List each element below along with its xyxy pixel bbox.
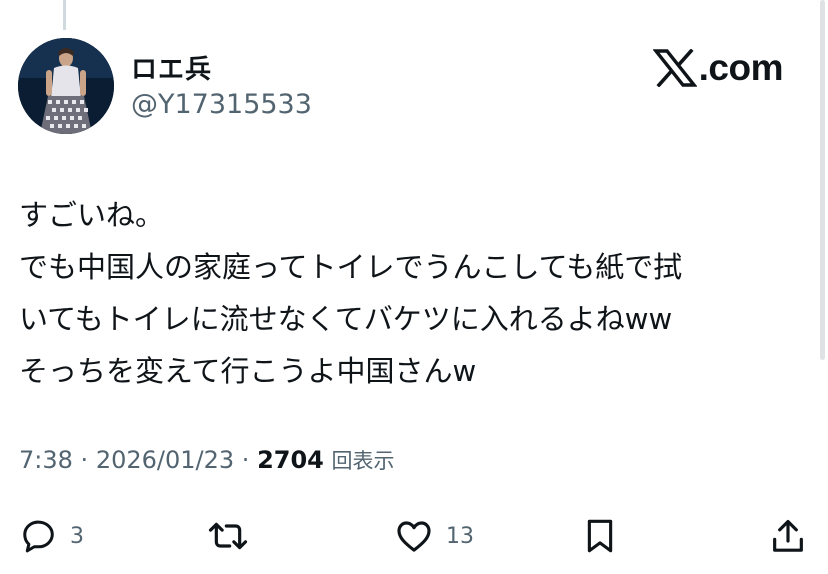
avatar[interactable]: [18, 38, 114, 134]
like-count: 13: [446, 523, 474, 549]
tweet-text-line: すごいね。: [19, 198, 165, 232]
reply-count: 3: [70, 523, 84, 549]
post-date[interactable]: 2026/01/23: [96, 446, 234, 474]
tweet-meta: 7:38 · 2026/01/23 · 2704 回表示: [19, 445, 395, 475]
tweet-text-line: いてもトイレに流せなくてバケツに入れるよねww: [19, 302, 673, 336]
brand-logo: .com: [652, 47, 784, 88]
author-handle[interactable]: @Y17315533: [131, 89, 312, 120]
post-time[interactable]: 7:38: [19, 446, 73, 474]
tweet-text-line: でも中国人の家庭ってトイレでうんこしても紙で拭: [19, 250, 683, 284]
tweet-text-line: そっちを変えて行こうよ中国さんw: [19, 354, 477, 388]
bookmark-icon: [587, 519, 613, 553]
author-display-name[interactable]: ロエ兵: [131, 49, 212, 86]
brand-text: .com: [698, 47, 784, 88]
x-logo-icon: [652, 49, 697, 87]
reply-button[interactable]: 3: [20, 508, 84, 564]
bookmark-button[interactable]: [582, 508, 618, 564]
repost-button[interactable]: [206, 508, 250, 564]
share-upload-icon: [773, 519, 803, 552]
action-bar: 3 13: [0, 508, 828, 564]
view-count-label: 回表示: [331, 449, 395, 473]
repost-arrows-icon: [208, 522, 248, 550]
share-button[interactable]: [768, 508, 808, 564]
speech-bubble-icon: [23, 520, 54, 553]
view-count: 2704: [257, 446, 324, 474]
like-button[interactable]: 13: [394, 508, 474, 564]
scrollbar[interactable]: [820, 0, 825, 360]
heart-icon: [397, 521, 431, 552]
thread-connector-line: [63, 0, 66, 30]
meta-separator: ·: [80, 446, 89, 474]
tweet-text: すごいね。 でも中国人の家庭ってトイレでうんこしても紙で拭 いてもトイレに流せな…: [19, 189, 809, 397]
meta-separator: ·: [241, 446, 250, 474]
